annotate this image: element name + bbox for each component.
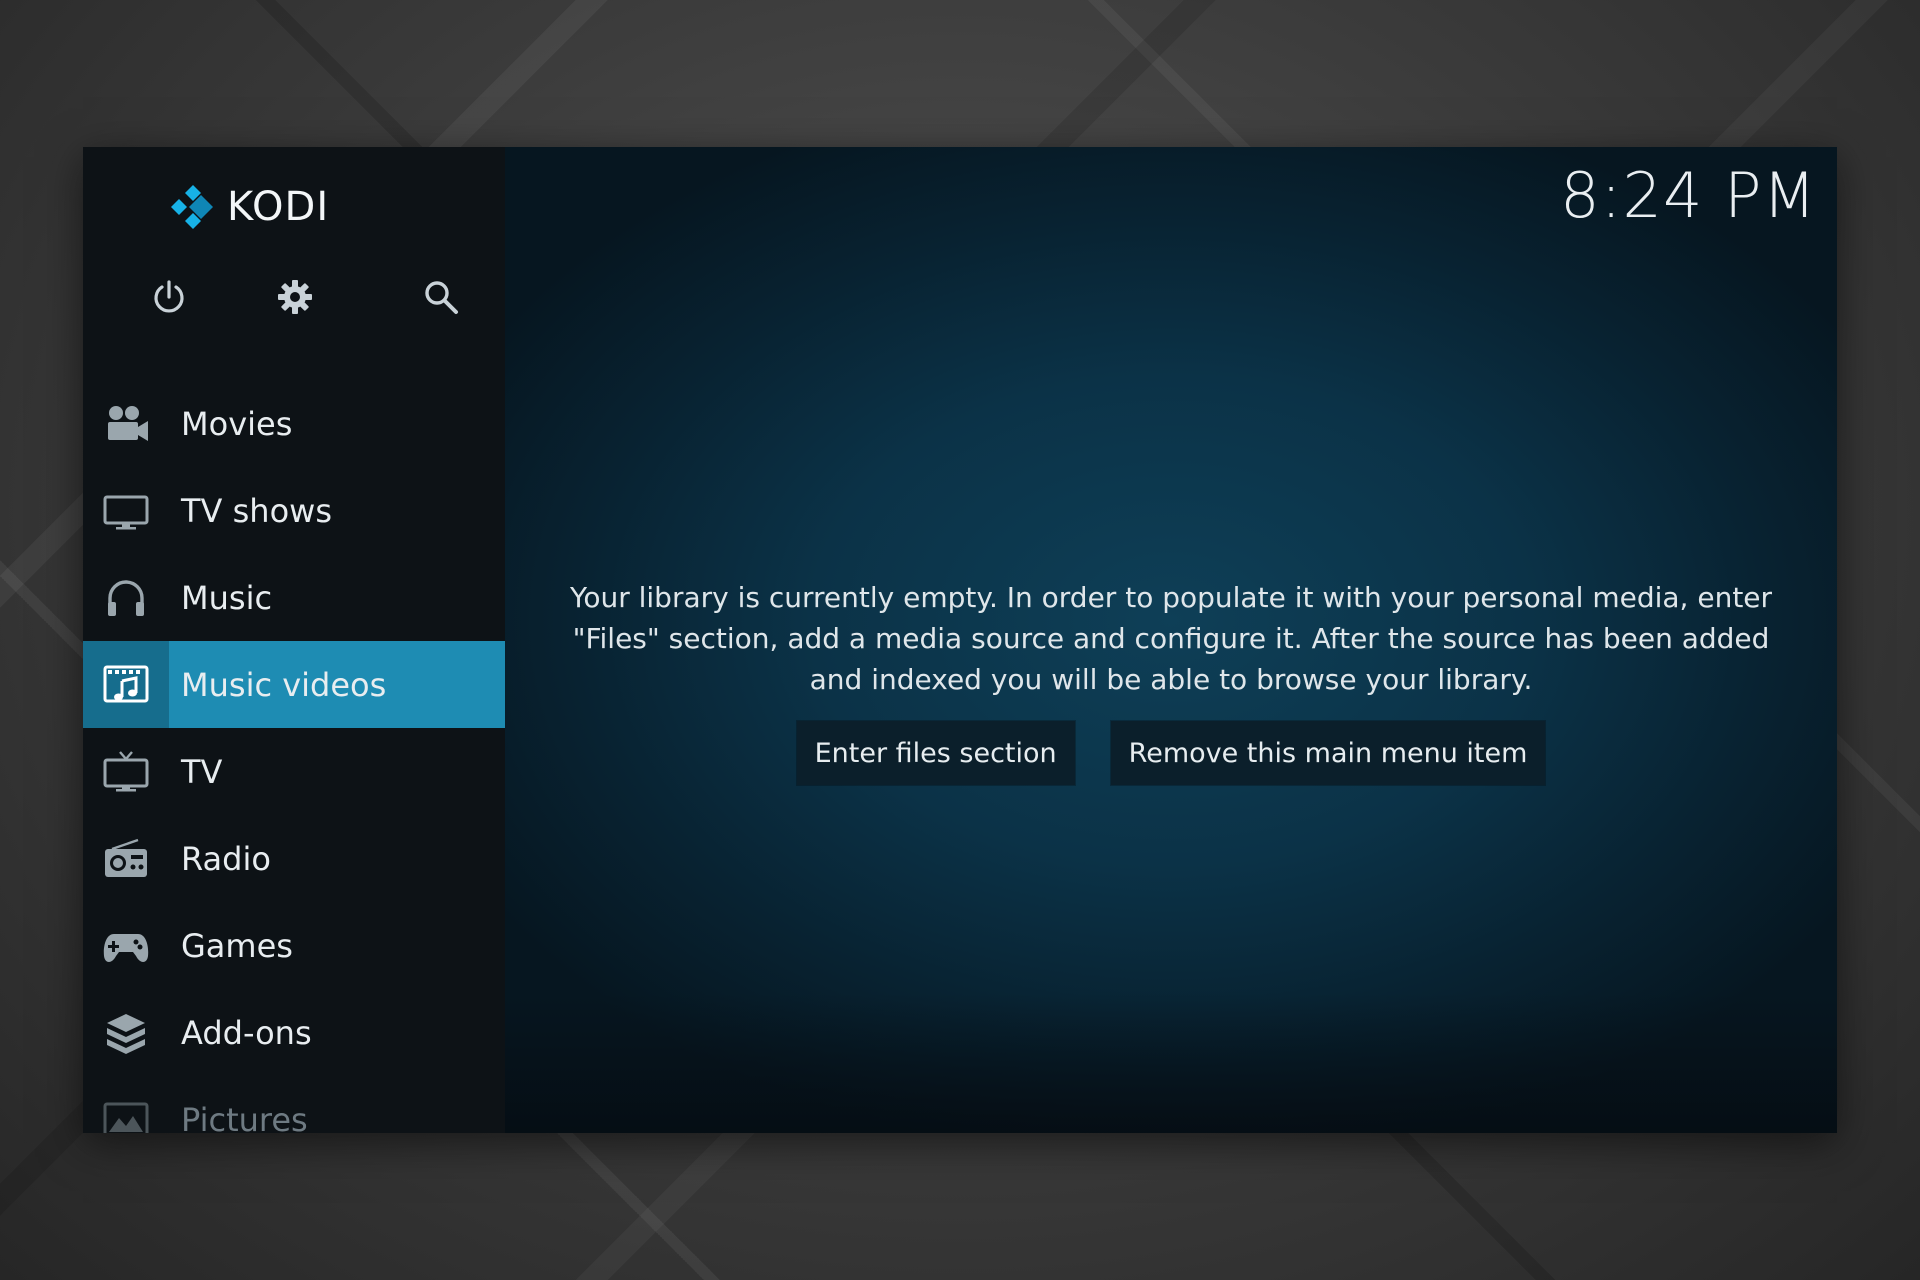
menu-item-label: Music [181,578,273,617]
power-icon[interactable] [147,275,191,319]
kodi-window: KODI Movies TV shows Music Music videos … [83,147,1837,1133]
clock: 8:24 PM [1560,159,1817,232]
kodi-logo-text: KODI [227,184,330,230]
menu-item-label: TV shows [181,491,332,530]
menu-item-tv[interactable]: TV [83,728,505,815]
menu-item-label: TV [181,752,223,791]
kodi-logo-icon [171,185,213,229]
main-menu: Movies TV shows Music Music videos TV Ra… [83,380,505,1133]
menu-item-pictures[interactable]: Pictures [83,1076,505,1133]
addons-icon [83,989,169,1076]
top-icon-bar [83,267,505,327]
action-buttons: Enter files section Remove this main men… [505,721,1837,785]
gear-icon[interactable] [273,275,317,319]
tv-icon [83,728,169,815]
tv-shows-icon [83,467,169,554]
radio-icon [83,815,169,902]
music-videos-icon [83,641,169,728]
empty-library-message: Your library is currently empty. In orde… [569,581,1773,696]
menu-item-label: Pictures [181,1100,308,1134]
gamepad-icon [83,902,169,989]
menu-item-tv-shows[interactable]: TV shows [83,467,505,554]
menu-item-label: Music videos [181,665,387,704]
search-icon[interactable] [419,275,463,319]
menu-item-label: Movies [181,404,293,443]
enter-files-section-button[interactable]: Enter files section [796,721,1075,785]
menu-item-music[interactable]: Music [83,554,505,641]
menu-item-radio[interactable]: Radio [83,815,505,902]
menu-item-music-videos[interactable]: Music videos [83,641,505,728]
remove-main-menu-item-button[interactable]: Remove this main menu item [1110,721,1546,785]
menu-item-label: Radio [181,839,271,878]
menu-item-label: Add-ons [181,1013,312,1052]
menu-item-games[interactable]: Games [83,902,505,989]
kodi-logo[interactable]: KODI [167,177,329,237]
pictures-icon [83,1076,169,1133]
menu-item-label: Games [181,926,293,965]
sidebar: KODI Movies TV shows Music Music videos … [83,147,505,1133]
main-content: 8:24 PM Your library is currently empty.… [505,147,1837,1133]
headphones-icon [83,554,169,641]
menu-item-movies[interactable]: Movies [83,380,505,467]
movies-icon [83,380,169,467]
menu-item-add-ons[interactable]: Add-ons [83,989,505,1076]
